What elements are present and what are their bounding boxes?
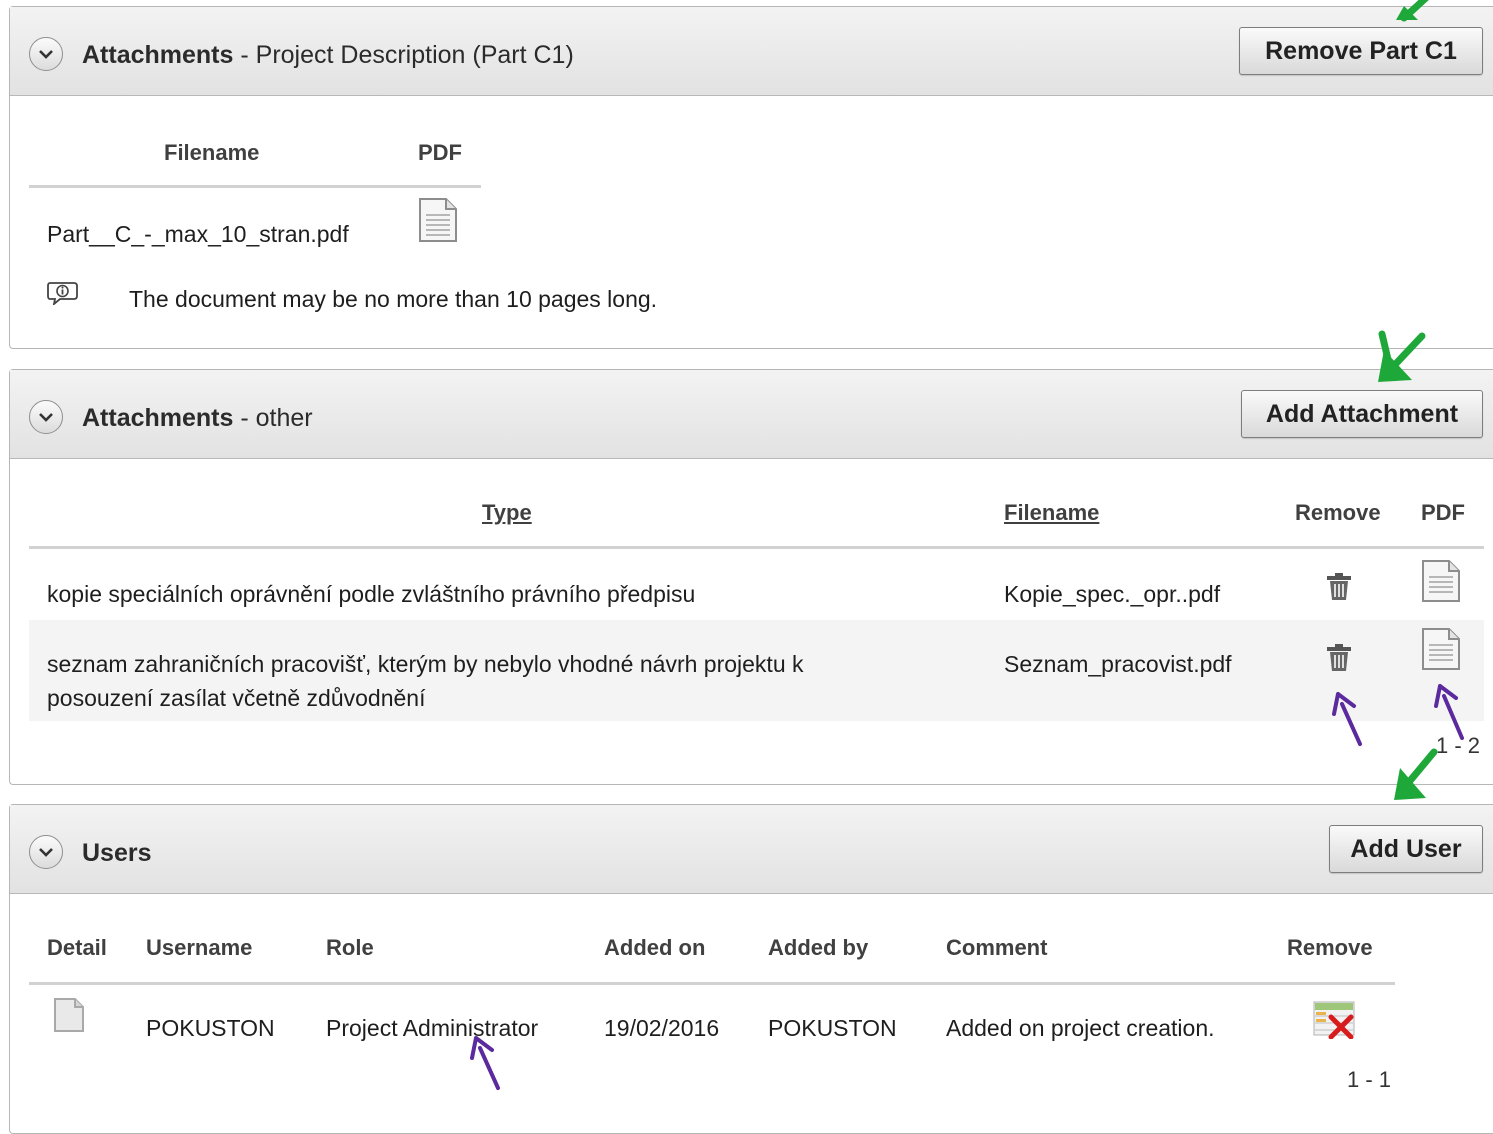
collapse-toggle[interactable] — [29, 835, 63, 869]
user-comment: Added on project creation. — [946, 1015, 1215, 1041]
column-header-comment: Comment — [946, 935, 1048, 960]
trash-icon[interactable] — [1326, 644, 1352, 672]
attachment-filename: Kopie_spec._opr..pdf — [1004, 581, 1221, 607]
user-added-by: POKUSTON — [768, 1015, 897, 1041]
pagination-info: 1 - 1 — [1347, 1067, 1392, 1092]
add-attachment-button[interactable]: Add Attachment — [1241, 390, 1483, 438]
table-divider — [29, 982, 1395, 985]
panel-title: Users — [82, 839, 152, 867]
remove-part-c1-button[interactable]: Remove Part C1 — [1239, 27, 1483, 75]
column-header-filename[interactable]: Filename — [1004, 500, 1099, 526]
panel-title: Attachments - Project Description (Part … — [82, 41, 574, 69]
trash-icon[interactable] — [1326, 573, 1352, 601]
column-header-type[interactable]: Type — [482, 500, 532, 526]
info-icon — [47, 282, 78, 305]
attachment-filename: Seznam_pracovist.pdf — [1004, 651, 1232, 677]
detail-document-icon[interactable] — [53, 997, 85, 1033]
attachment-type-continued: posouzení zasílat včetně zdůvodnění — [47, 685, 426, 711]
pagination-info: 1 - 2 — [1436, 733, 1481, 758]
chevron-down-icon — [39, 413, 53, 422]
table-divider — [29, 185, 481, 188]
panel-title: Attachments - other — [82, 404, 313, 432]
user-username: POKUSTON — [146, 1015, 275, 1041]
remove-user-icon[interactable] — [1313, 1001, 1357, 1039]
column-header-filename: Filename — [164, 140, 260, 165]
collapse-toggle[interactable] — [29, 37, 63, 71]
attachment-type: kopie speciálních oprávnění podle zvlášt… — [47, 581, 696, 607]
panel-header: Attachments - Project Description (Part … — [10, 7, 1493, 96]
chevron-down-icon — [39, 50, 53, 59]
collapse-toggle[interactable] — [29, 400, 63, 434]
pdf-document-icon[interactable] — [418, 197, 458, 243]
column-header-remove: Remove — [1295, 500, 1381, 525]
chevron-down-icon — [39, 848, 53, 857]
column-header-added-on: Added on — [604, 935, 706, 960]
file-name: Part__C_-_max_10_stran.pdf — [47, 221, 349, 247]
table-divider — [29, 546, 1484, 549]
info-note: The document may be no more than 10 page… — [129, 286, 658, 312]
pdf-document-icon[interactable] — [1421, 559, 1461, 603]
panel-header: Users Add User — [10, 805, 1493, 894]
add-user-button[interactable]: Add User — [1329, 825, 1483, 873]
user-added-on: 19/02/2016 — [604, 1015, 720, 1041]
column-header-username: Username — [146, 935, 253, 960]
panel-attachments-other: Attachments - other Add Attachment Type … — [9, 369, 1493, 785]
column-header-detail: Detail — [47, 935, 107, 960]
pdf-document-icon[interactable] — [1421, 627, 1461, 671]
panel-header: Attachments - other Add Attachment — [10, 370, 1493, 459]
column-header-pdf: PDF — [1421, 500, 1465, 525]
panel-users: Users Add User Detail Username Role Adde… — [9, 804, 1493, 1134]
column-header-added-by: Added by — [768, 935, 869, 960]
panel-project-description: Attachments - Project Description (Part … — [9, 6, 1493, 349]
column-header-role: Role — [326, 935, 374, 960]
column-header-pdf: PDF — [418, 140, 462, 165]
column-header-remove: Remove — [1287, 935, 1373, 960]
user-role: Project Administrator — [326, 1015, 539, 1041]
attachment-type: seznam zahraničních pracovišť, kterým by… — [47, 651, 804, 677]
